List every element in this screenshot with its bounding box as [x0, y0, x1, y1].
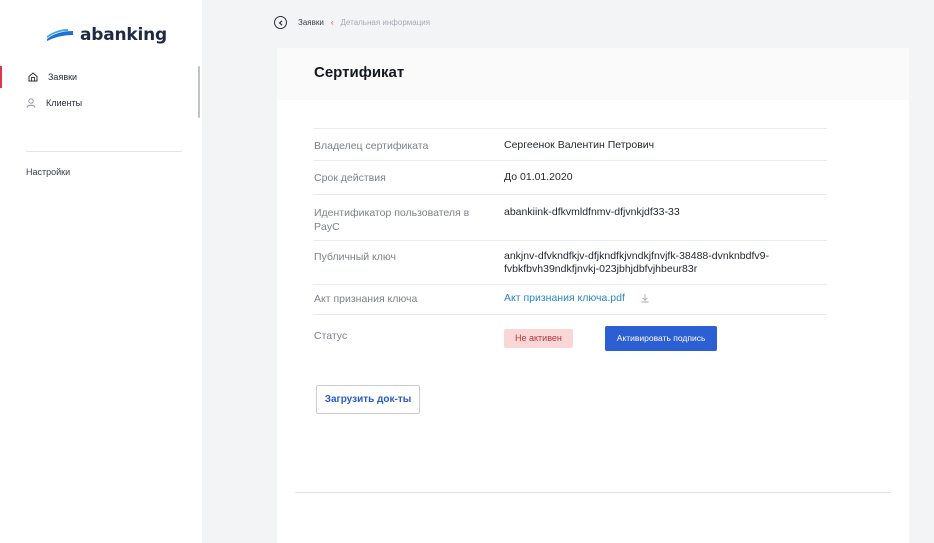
logo-text: abanking [80, 25, 168, 45]
status-badge: Не активен [504, 329, 573, 348]
detail-row-user-id: Идентификатор пользователя в PayC abanki… [313, 194, 827, 240]
sidebar: abanking Заявки Клиенты Настройки [0, 0, 202, 543]
detail-label: Статус [314, 330, 348, 342]
breadcrumb-current: Детальная информация [340, 18, 431, 27]
back-circle-icon [278, 19, 282, 26]
user-icon [26, 98, 36, 108]
certificate-card: Сертификат Владелец сертификата Сергеено… [277, 48, 909, 543]
upload-documents-button[interactable]: Загрузить док-ты [316, 385, 420, 414]
detail-label: Идентификатор пользователя в PayC [314, 207, 470, 233]
sidebar-item-applications[interactable]: Заявки [0, 66, 204, 88]
logo-mark-icon [47, 29, 73, 41]
sidebar-item-label: Заявки [48, 72, 78, 82]
logo[interactable]: abanking [46, 25, 167, 45]
detail-value: Не активен Активировать подпись [504, 326, 827, 354]
download-icon[interactable] [640, 293, 650, 303]
detail-label: Акт признания ключа [314, 293, 418, 305]
breadcrumb: Заявки ‹ Детальная информация [274, 16, 430, 29]
sidebar-item-clients[interactable]: Клиенты [0, 92, 202, 114]
sidebar-scrollbar[interactable] [198, 66, 200, 118]
detail-row-validity: Срок действия До 01.01.2020 [313, 160, 827, 194]
breadcrumb-separator-icon: ‹ [330, 18, 334, 27]
card-divider [295, 492, 891, 493]
detail-value: Сергеенок Валентин Петрович [504, 139, 655, 151]
sidebar-item-label: Клиенты [46, 98, 83, 108]
detail-row-public-key: Публичный ключ ankjnv-dfvkndfkjv-dfjkndf… [313, 240, 827, 284]
page-title: Сертификат [314, 64, 405, 81]
certificate-details: Владелец сертификата Сергеенок Валентин … [313, 128, 827, 354]
detail-label: Срок действия [314, 172, 386, 184]
detail-row-status: Статус Не активен Активировать подпись [313, 314, 827, 354]
home-icon [28, 72, 38, 82]
detail-label: Публичный ключ [314, 251, 397, 263]
key-act-document-link[interactable]: Акт признания ключа.pdf [504, 292, 625, 304]
detail-row-owner: Владелец сертификата Сергеенок Валентин … [313, 128, 827, 160]
sidebar-divider [26, 151, 182, 152]
detail-value: До 01.01.2020 [504, 171, 573, 183]
back-button[interactable] [274, 16, 287, 29]
detail-label: Владелец сертификата [314, 140, 429, 152]
activate-signature-button[interactable]: Активировать подпись [604, 326, 718, 351]
detail-value: abankiink-dfkvmldfnmv-dfjvnkjdf33-33 [504, 206, 680, 218]
card-header: Сертификат [277, 48, 909, 100]
detail-row-key-act: Акт признания ключа Акт признания ключа.… [313, 284, 827, 314]
sidebar-item-settings[interactable]: Настройки [26, 167, 70, 177]
detail-value: ankjnv-dfvkndfkjv-dfjkndfkjvndkjfnvjfk-3… [504, 250, 769, 275]
breadcrumb-parent[interactable]: Заявки [298, 18, 324, 27]
detail-value: Акт признания ключа.pdf [504, 292, 827, 314]
